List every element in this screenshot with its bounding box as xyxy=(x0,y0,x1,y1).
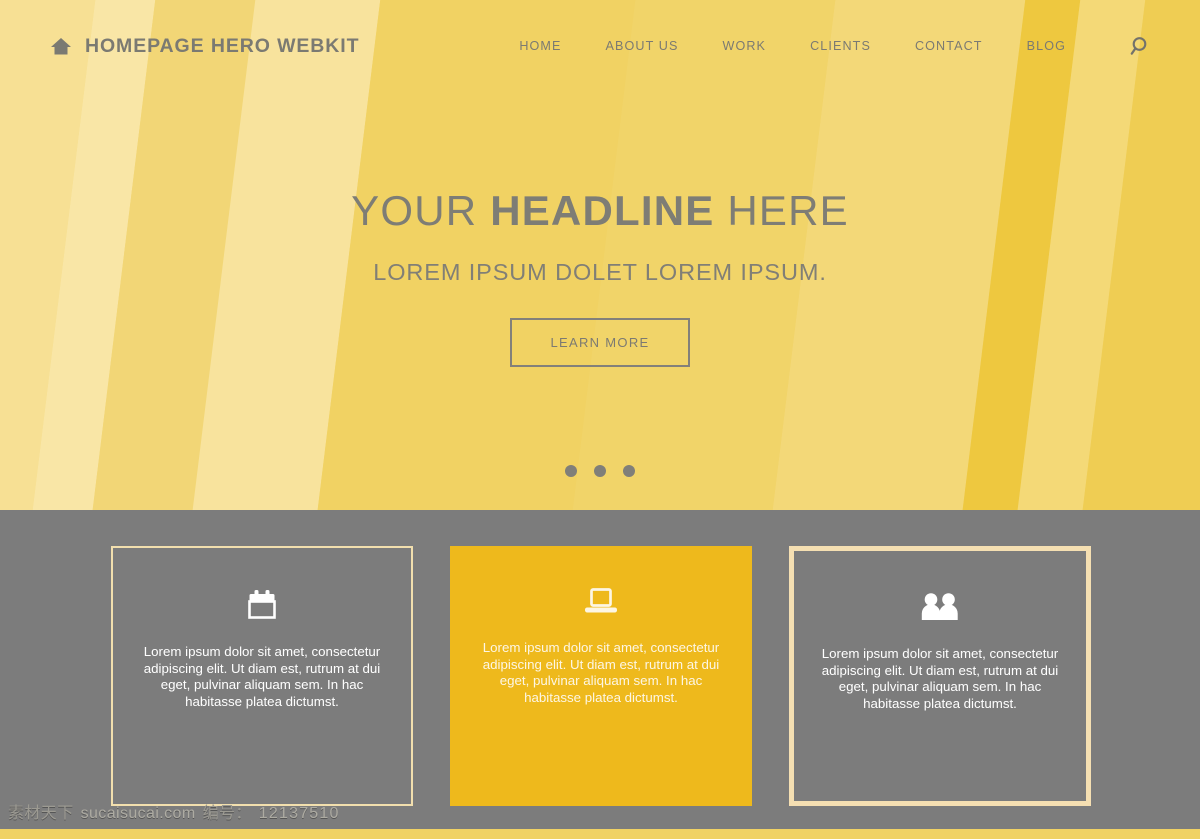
nav-links: HOME ABOUT US WORK CLIENTS CONTACT BLOG xyxy=(497,33,1160,59)
watermark-id-label: 编号： xyxy=(202,805,252,822)
brand-title: HOMEPAGE HERO WEBKIT xyxy=(85,34,360,57)
feature-card-text: Lorem ipsum dolor sit amet, consectetur … xyxy=(482,640,720,705)
page-root: HOMEPAGE HERO WEBKIT HOME ABOUT US WORK … xyxy=(0,0,1200,839)
headline-prefix: YOUR xyxy=(351,187,491,234)
nav-item-clients[interactable]: CLIENTS xyxy=(788,33,893,59)
learn-more-button[interactable]: LEARN MORE xyxy=(509,318,691,368)
carousel-dot-1[interactable] xyxy=(565,465,577,477)
calendar-icon xyxy=(248,590,276,619)
bottom-accent-bar xyxy=(0,829,1200,839)
watermark-site-url: sucaisucai.com xyxy=(80,805,196,822)
carousel-dot-3[interactable] xyxy=(623,465,635,477)
headline-emphasis: HEADLINE xyxy=(490,187,715,234)
carousel-dots xyxy=(0,465,1200,477)
search-icon[interactable] xyxy=(1130,35,1152,57)
watermark: 素材天下 sucaisucai.com 编号： 12137510 xyxy=(8,799,340,823)
main-navigation: HOMEPAGE HERO WEBKIT HOME ABOUT US WORK … xyxy=(0,0,1200,92)
feature-card-users[interactable]: Lorem ipsum dolor sit amet, consectetur … xyxy=(789,546,1091,806)
feature-card-text: Lorem ipsum dolor sit amet, consectetur … xyxy=(143,644,381,709)
nav-item-contact[interactable]: CONTACT xyxy=(893,33,1005,59)
home-icon xyxy=(50,37,72,56)
hero-section: HOMEPAGE HERO WEBKIT HOME ABOUT US WORK … xyxy=(0,0,1200,510)
headline-suffix: HERE xyxy=(714,187,849,234)
watermark-site-cn: 素材天下 xyxy=(8,805,74,822)
users-icon xyxy=(921,593,959,621)
hero-content: HOMEPAGE HERO WEBKIT HOME ABOUT US WORK … xyxy=(0,0,1200,510)
feature-cards-row: Lorem ipsum dolor sit amet, consectetur … xyxy=(111,546,1091,806)
nav-item-work[interactable]: WORK xyxy=(700,33,788,59)
nav-item-blog[interactable]: BLOG xyxy=(1005,33,1088,59)
feature-card-calendar[interactable]: Lorem ipsum dolor sit amet, consectetur … xyxy=(111,546,413,806)
features-section: Lorem ipsum dolor sit amet, consectetur … xyxy=(0,510,1200,839)
feature-card-text: Lorem ipsum dolor sit amet, consectetur … xyxy=(821,646,1059,711)
carousel-dot-2[interactable] xyxy=(594,465,606,477)
feature-card-laptop[interactable]: Lorem ipsum dolor sit amet, consectetur … xyxy=(450,546,752,806)
watermark-id-value: 12137510 xyxy=(258,805,340,822)
nav-item-about-us[interactable]: ABOUT US xyxy=(584,33,701,59)
brand-logo[interactable]: HOMEPAGE HERO WEBKIT xyxy=(50,35,359,58)
laptop-icon xyxy=(584,588,618,615)
hero-subheadline: LOREM IPSUM DOLET LOREM IPSUM. xyxy=(373,259,827,286)
hero-headline: YOUR HEADLINE HERE xyxy=(0,187,1200,234)
nav-item-home[interactable]: HOME xyxy=(497,33,583,59)
